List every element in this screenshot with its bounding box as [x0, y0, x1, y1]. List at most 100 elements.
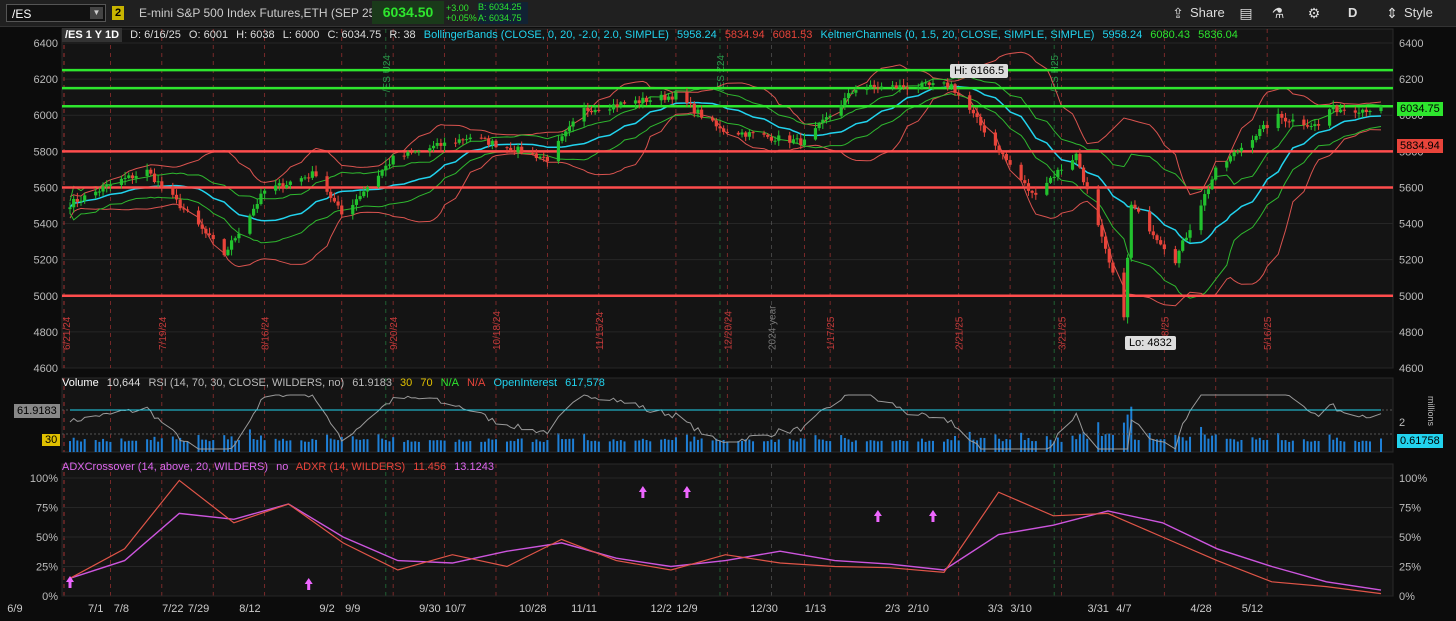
- candle-body: [391, 155, 395, 165]
- candle-body: [1019, 164, 1023, 181]
- x-axis-tick: 3/3: [988, 603, 1003, 615]
- candle-body: [277, 183, 281, 186]
- volume-bar: [149, 440, 152, 452]
- candle-body: [1327, 109, 1332, 126]
- candle-body: [431, 145, 436, 149]
- candle-body: [788, 135, 792, 143]
- low-readout: L: 6000: [282, 29, 320, 41]
- volume-bar: [1280, 440, 1283, 452]
- candle-body: [824, 117, 829, 120]
- volume-bar: [597, 441, 600, 452]
- candle-body: [310, 171, 314, 178]
- candle-body: [376, 175, 381, 188]
- candle-body: [127, 175, 131, 178]
- candle-body: [1276, 113, 1280, 129]
- candle-body: [1309, 126, 1313, 128]
- candle-body: [479, 137, 483, 139]
- bb-up-value: 6081.53: [772, 29, 813, 41]
- adx-label[interactable]: ADXCrossover (14, above, 20, WILDERS): [62, 461, 268, 473]
- candle-body: [571, 121, 575, 127]
- kc-low-value: 5836.04: [1198, 29, 1238, 41]
- volume-bar: [439, 440, 442, 452]
- volume-bar: [285, 440, 288, 452]
- candle-body: [171, 186, 175, 195]
- volume-bar: [634, 440, 637, 452]
- volume-bar: [976, 440, 979, 452]
- candle-body: [1357, 112, 1361, 114]
- volume-bar: [237, 440, 240, 452]
- volume-bar: [491, 439, 494, 452]
- volume-bar: [72, 437, 75, 452]
- oi-label[interactable]: OpenInterest: [493, 377, 557, 389]
- price-right-tick: 4800: [1399, 327, 1423, 339]
- candle-body: [589, 110, 594, 113]
- price-left-tick: 6000: [34, 110, 58, 122]
- rsi-label[interactable]: RSI (14, 70, 30, CLOSE, WILDERS, no): [148, 377, 344, 389]
- candle-body: [274, 185, 278, 191]
- chart-canvas[interactable]: 4600 4600 4800 4800 5000 5000 5200 5200 5400 5400…: [0, 0, 1456, 621]
- bb-label[interactable]: BollingerBands (CLOSE, 0, 20, -2.0, 2.0,…: [424, 29, 669, 41]
- volume-bar: [1284, 440, 1287, 452]
- candle-body: [123, 177, 127, 179]
- candle-body: [843, 98, 847, 106]
- candle-body: [1155, 235, 1159, 241]
- volume-bar: [153, 436, 156, 452]
- candle-body: [666, 96, 671, 100]
- volume-label[interactable]: Volume: [62, 377, 99, 389]
- candle-body: [1250, 140, 1255, 148]
- volume-bar: [671, 440, 674, 452]
- candle-body: [1236, 151, 1240, 153]
- candle-body: [248, 215, 252, 234]
- candle-body: [1261, 124, 1266, 129]
- adxr-label[interactable]: ADXR (14, WILDERS): [296, 461, 405, 473]
- candle-body: [619, 102, 623, 107]
- candle-body: [156, 181, 160, 183]
- chart-symbol-label[interactable]: /ES 1 Y 1D: [62, 28, 123, 42]
- x-axis-tick: 5/12: [1242, 603, 1263, 615]
- volume-bar: [542, 441, 545, 452]
- candle-body: [1364, 109, 1368, 113]
- vertical-date-label: 2/21/25: [955, 316, 966, 350]
- volume-bar: [160, 438, 163, 452]
- candle-body: [927, 82, 931, 85]
- volume-bar: [880, 440, 883, 452]
- x-axis-tick: 3/31: [1088, 603, 1109, 615]
- volume-bar: [513, 441, 516, 452]
- candle-body: [644, 97, 649, 102]
- candle-body: [597, 109, 601, 111]
- volume-bar: [557, 433, 560, 452]
- candle-body: [920, 82, 924, 88]
- volume-bar: [1163, 439, 1166, 452]
- candle-body: [670, 96, 674, 100]
- volume-bar: [1361, 440, 1364, 452]
- x-axis-tick: 1/13: [805, 603, 826, 615]
- candle-body: [839, 105, 843, 116]
- candle-body: [1096, 189, 1100, 226]
- volume-bar: [410, 441, 413, 452]
- na-value-1: N/A: [440, 377, 459, 389]
- x-axis-tick: 9/9: [345, 603, 360, 615]
- volume-bar: [1075, 439, 1078, 452]
- volume-bar: [641, 438, 644, 452]
- candle-body: [949, 84, 953, 88]
- candle-body: [534, 153, 538, 159]
- volume-bar: [667, 439, 670, 452]
- candle-body: [362, 191, 366, 197]
- price-left-tick: 4600: [34, 363, 58, 375]
- candle-body: [417, 151, 421, 153]
- vertical-date-label: /ES U24: [382, 55, 393, 93]
- volume-bar: [1207, 438, 1210, 452]
- candle-body: [160, 181, 164, 187]
- candle-body: [505, 147, 509, 149]
- kc-label[interactable]: KeltnerChannels (0, 1.5, 20, CLOSE, SIMP…: [820, 29, 1094, 41]
- volume-bar: [943, 441, 945, 452]
- volume-bar: [1225, 438, 1228, 452]
- volume-bar: [983, 437, 986, 452]
- rsi-os-value: 70: [420, 377, 433, 389]
- price-left-tick: 6200: [34, 74, 58, 86]
- candle-body: [931, 83, 935, 85]
- candle-body: [890, 85, 895, 87]
- volume-bar: [359, 439, 362, 452]
- candle-body: [380, 170, 384, 176]
- volume-bar: [840, 435, 843, 452]
